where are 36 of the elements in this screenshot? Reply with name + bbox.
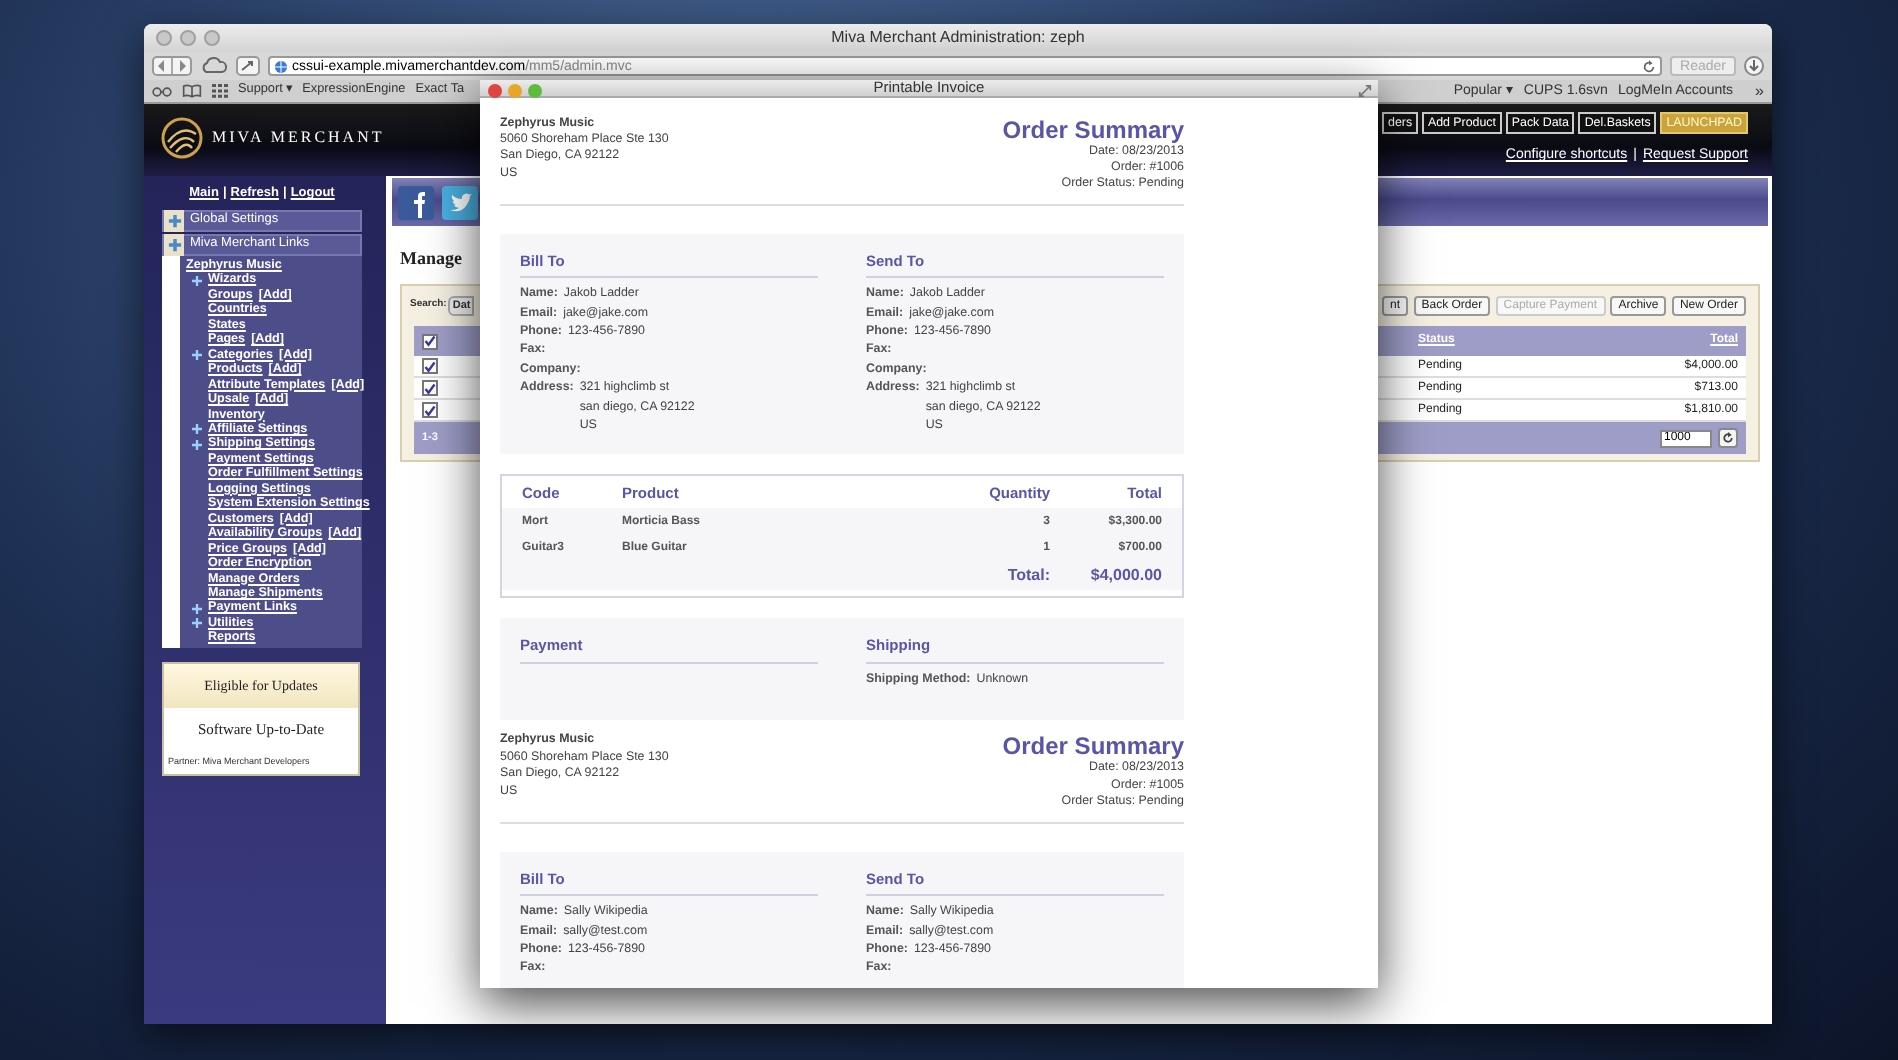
share-icon[interactable] — [236, 56, 260, 76]
refresh-icon — [1722, 432, 1734, 444]
more-bookmarks-button[interactable]: » — [1755, 83, 1764, 99]
plus-icon — [167, 214, 181, 228]
globe-icon — [274, 59, 288, 73]
swirl-logo-icon — [160, 116, 204, 160]
reload-icon[interactable] — [1642, 59, 1657, 73]
window-title: Miva Merchant Administration: zeph — [831, 30, 1085, 46]
order-title: Order Summary — [1002, 115, 1184, 143]
close-button[interactable] — [488, 84, 502, 98]
checkbox[interactable] — [422, 358, 438, 374]
resize-icon[interactable] — [1358, 84, 1372, 98]
plus-icon[interactable] — [192, 439, 202, 450]
order-title: Order Summary — [1002, 732, 1184, 761]
plus-icon[interactable] — [192, 424, 202, 435]
plus-icon[interactable] — [192, 603, 202, 614]
checkbox[interactable] — [422, 402, 438, 418]
social-icon[interactable] — [442, 185, 478, 219]
total-value: $4,000.00 — [1088, 564, 1162, 589]
book-icon[interactable] — [182, 84, 202, 98]
refresh-button[interactable] — [1718, 428, 1738, 448]
plus-icon — [167, 238, 181, 252]
grid-icon[interactable] — [212, 84, 228, 98]
page-title: Manage — [400, 250, 462, 268]
checkbox[interactable] — [422, 380, 438, 396]
plus-icon[interactable] — [192, 618, 202, 629]
download-icon[interactable] — [1744, 56, 1764, 76]
cloud-icon[interactable] — [200, 56, 228, 76]
total-label: Total: — [1007, 564, 1050, 589]
logo-text: MIVA MERCHANT — [212, 126, 385, 150]
social-icon[interactable] — [398, 185, 434, 219]
plus-icon[interactable] — [192, 275, 202, 286]
checkbox[interactable] — [422, 333, 438, 349]
plus-icon[interactable] — [192, 349, 202, 360]
glasses-icon[interactable] — [152, 85, 172, 97]
back-forward-buttons[interactable] — [152, 56, 192, 76]
